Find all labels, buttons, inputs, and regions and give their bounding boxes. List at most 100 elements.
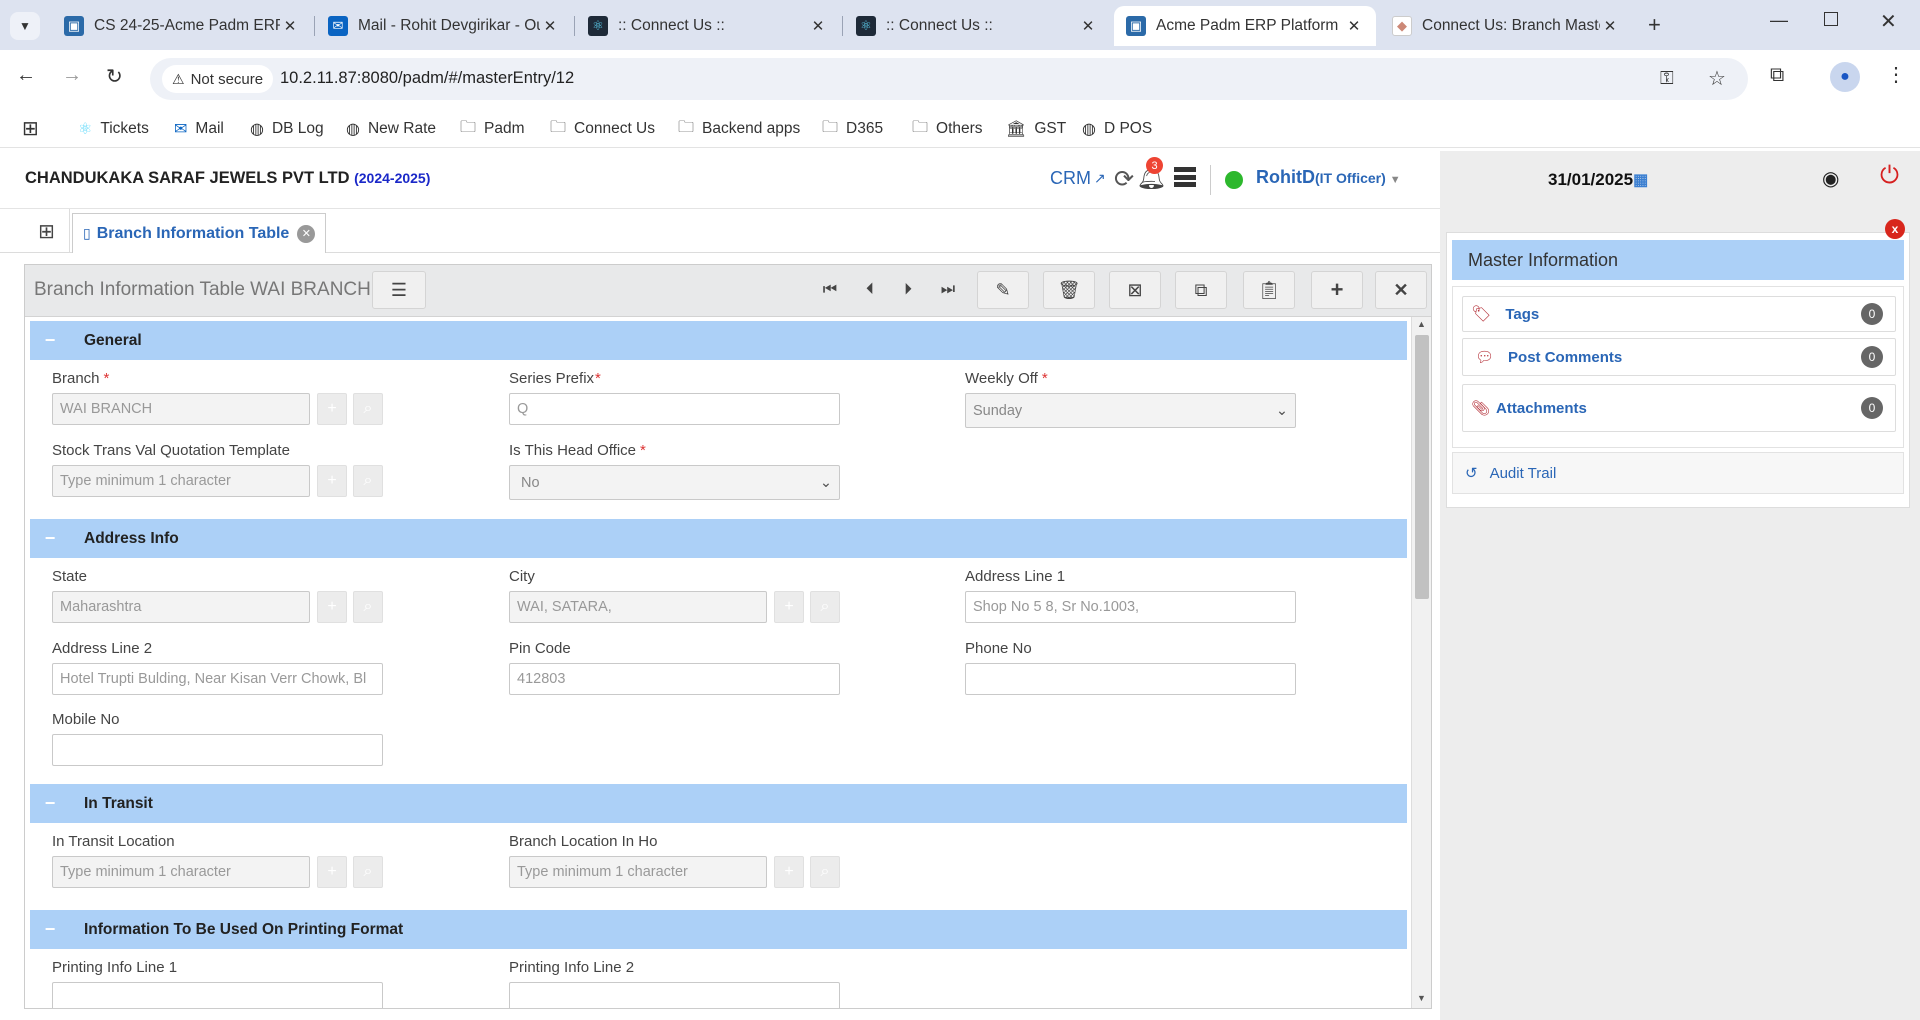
bookmark-new-rate[interactable]: ◍ New Rate bbox=[346, 116, 436, 142]
search-ho-icon[interactable]: ⌕ bbox=[810, 856, 840, 888]
bookmark-star-icon[interactable]: ☆ bbox=[1708, 66, 1726, 91]
bookmark-db-log[interactable]: ◍ DB Log bbox=[250, 116, 324, 142]
restore-window-icon[interactable] bbox=[1824, 12, 1838, 26]
search-transit-icon[interactable]: ⌕ bbox=[353, 856, 383, 888]
power-logout-icon[interactable]: ⏻ bbox=[1880, 162, 1899, 190]
audit-trail-link[interactable]: ↺ Audit Trail bbox=[1452, 452, 1904, 494]
add-transit-plus-icon[interactable]: + bbox=[317, 856, 347, 888]
minimize-window-icon[interactable]: — bbox=[1770, 10, 1788, 31]
branch-location-ho-field[interactable]: Type minimum 1 character bbox=[509, 856, 767, 888]
search-template-icon[interactable]: ⌕ bbox=[353, 465, 383, 497]
branch-field[interactable]: WAI BRANCH bbox=[52, 393, 310, 425]
extensions-icon[interactable]: ⧉ bbox=[1770, 64, 1784, 87]
browser-tab-2[interactable]: ✉ Mail - Rohit Devgirikar - Ou ✕ bbox=[316, 6, 572, 46]
previous-record-button[interactable]: ⏴ bbox=[855, 275, 885, 305]
cancel-document-button[interactable]: ⊠ bbox=[1109, 271, 1161, 309]
printing-info-1-field[interactable] bbox=[52, 982, 383, 1008]
close-tab-icon[interactable]: ✕ bbox=[280, 17, 300, 35]
scroll-up-arrow-icon[interactable]: ▲ bbox=[1417, 319, 1426, 329]
add-city-plus-icon[interactable]: + bbox=[774, 591, 804, 623]
refresh-sync-icon[interactable]: ⟳ bbox=[1114, 165, 1134, 194]
state-field[interactable]: Maharashtra bbox=[52, 591, 310, 623]
search-city-icon[interactable]: ⌕ bbox=[810, 591, 840, 623]
close-tab-icon[interactable]: ✕ bbox=[540, 17, 560, 35]
browser-tab-1[interactable]: ▣ CS 24-25-Acme Padm ERP ✕ bbox=[52, 6, 312, 46]
close-tab-icon[interactable]: ✕ bbox=[808, 17, 828, 35]
bookmark-mail[interactable]: ✉ Mail bbox=[174, 116, 224, 142]
bookmark-folder-connect-us[interactable]: 🗀 Connect Us bbox=[550, 116, 655, 142]
tags-row[interactable]: 🏷︎ Tags 0 bbox=[1462, 296, 1896, 332]
new-tab-plus-icon[interactable]: + bbox=[1648, 12, 1661, 38]
in-transit-location-field[interactable]: Type minimum 1 character bbox=[52, 856, 310, 888]
mobile-no-field[interactable] bbox=[52, 734, 383, 766]
paste-button[interactable]: 📋︎ bbox=[1243, 271, 1295, 309]
user-menu[interactable]: RohitD (IT Officer) ▼ bbox=[1256, 167, 1401, 188]
bookmark-folder-padm[interactable]: 🗀 Padm bbox=[460, 116, 525, 142]
forward-arrow-icon[interactable]: → bbox=[62, 64, 82, 87]
eye-hidden-icon[interactable]: ◉ bbox=[1822, 166, 1839, 191]
collapse-minus-icon[interactable]: − bbox=[30, 330, 70, 351]
city-field[interactable]: WAI, SATARA, bbox=[509, 591, 767, 623]
password-key-icon[interactable]: ⚿ bbox=[1660, 68, 1674, 89]
bookmark-folder-d365[interactable]: 🗀 D365 bbox=[822, 116, 883, 142]
delete-button[interactable]: 🗑︎ bbox=[1043, 271, 1095, 309]
add-template-plus-icon[interactable]: + bbox=[317, 465, 347, 497]
apps-grid-icon[interactable]: ⊞ bbox=[22, 116, 39, 141]
browser-tab-3[interactable]: ⚛ :: Connect Us :: ✕ bbox=[576, 6, 840, 46]
close-form-button[interactable]: ✕ bbox=[1375, 271, 1427, 309]
server-list-icon[interactable] bbox=[1174, 167, 1196, 187]
post-comments-row[interactable]: 💬︎ Post Comments 0 bbox=[1462, 338, 1896, 376]
head-office-select[interactable]: No ⌄ bbox=[509, 465, 840, 500]
close-tab-icon[interactable]: ✕ bbox=[1600, 17, 1620, 35]
collapse-minus-icon[interactable]: − bbox=[30, 919, 70, 940]
crm-link[interactable]: CRM ↗ bbox=[1050, 168, 1106, 189]
close-tab-icon[interactable]: ✕ bbox=[1078, 17, 1098, 35]
close-tab-icon[interactable]: ✕ bbox=[297, 224, 316, 243]
bookmark-gst[interactable]: 🏛 GST bbox=[1006, 116, 1066, 142]
bookmark-d-pos[interactable]: ◍ D POS bbox=[1082, 116, 1152, 142]
pin-code-field[interactable]: 412803 bbox=[509, 663, 840, 695]
app-grid-menu-icon[interactable]: ⊞ bbox=[24, 209, 70, 253]
close-panel-icon[interactable]: x bbox=[1885, 219, 1905, 239]
address-line-2-field[interactable]: Hotel Trupti Bulding, Near Kisan Verr Ch… bbox=[52, 663, 383, 695]
bookmark-folder-others[interactable]: 🗀 Others bbox=[912, 116, 983, 142]
form-scrollbar[interactable]: ▲ ▼ bbox=[1411, 317, 1431, 1008]
scrollbar-thumb[interactable] bbox=[1415, 335, 1429, 599]
bookmark-folder-backend-apps[interactable]: 🗀 Backend apps bbox=[678, 116, 800, 142]
add-ho-plus-icon[interactable]: + bbox=[774, 856, 804, 888]
phone-no-field[interactable] bbox=[965, 663, 1296, 695]
omnibox[interactable]: ⚠ Not secure 10.2.11.87:8080/padm/#/mast… bbox=[150, 58, 1748, 100]
tab-branch-information-table[interactable]: ▯ Branch Information Table ✕ bbox=[72, 213, 326, 253]
date-picker[interactable]: 31/01/2025 ▦ bbox=[1548, 170, 1648, 190]
section-address-header[interactable]: − Address Info bbox=[30, 519, 1407, 558]
add-branch-plus-icon[interactable]: + bbox=[317, 393, 347, 425]
browser-tab-6[interactable]: ◆ Connect Us: Branch Master ✕ bbox=[1380, 6, 1632, 46]
collapse-minus-icon[interactable]: − bbox=[30, 528, 70, 549]
browser-tab-4[interactable]: ⚛ :: Connect Us :: ✕ bbox=[844, 6, 1110, 46]
address-line-1-field[interactable]: Shop No 5 8, Sr No.1003, bbox=[965, 591, 1296, 623]
profile-avatar-icon[interactable]: ● bbox=[1830, 62, 1860, 92]
reload-icon[interactable]: ↻ bbox=[106, 64, 123, 89]
section-in-transit-header[interactable]: − In Transit bbox=[30, 784, 1407, 823]
search-state-icon[interactable]: ⌕ bbox=[353, 591, 383, 623]
first-record-button[interactable]: ⏮ bbox=[815, 275, 845, 305]
weekly-off-select[interactable]: Sunday ⌄ bbox=[965, 393, 1296, 428]
stock-template-field[interactable]: Type minimum 1 character bbox=[52, 465, 310, 497]
back-arrow-icon[interactable]: ← bbox=[16, 64, 36, 87]
add-new-button[interactable]: + bbox=[1311, 271, 1363, 309]
add-state-plus-icon[interactable]: + bbox=[317, 591, 347, 623]
security-chip[interactable]: ⚠ Not secure bbox=[162, 65, 274, 93]
collapse-minus-icon[interactable]: − bbox=[30, 793, 70, 814]
browser-menu-icon[interactable]: ⋮ bbox=[1886, 62, 1906, 87]
attachments-row[interactable]: 📎︎ Attachments 0 bbox=[1462, 384, 1896, 432]
copy-button[interactable]: ⧉ bbox=[1175, 271, 1227, 309]
search-branch-icon[interactable]: ⌕ bbox=[353, 393, 383, 425]
bookmark-tickets[interactable]: ⚛ Tickets bbox=[78, 116, 149, 142]
series-prefix-field[interactable]: Q bbox=[509, 393, 840, 425]
printing-info-2-field[interactable] bbox=[509, 982, 840, 1008]
list-view-button[interactable]: ☰ bbox=[372, 271, 426, 309]
scroll-down-arrow-icon[interactable]: ▼ bbox=[1417, 993, 1426, 1003]
close-tab-icon[interactable]: ✕ bbox=[1344, 17, 1364, 35]
section-printing-header[interactable]: − Information To Be Used On Printing For… bbox=[30, 910, 1407, 949]
next-record-button[interactable]: ⏵ bbox=[893, 275, 923, 305]
